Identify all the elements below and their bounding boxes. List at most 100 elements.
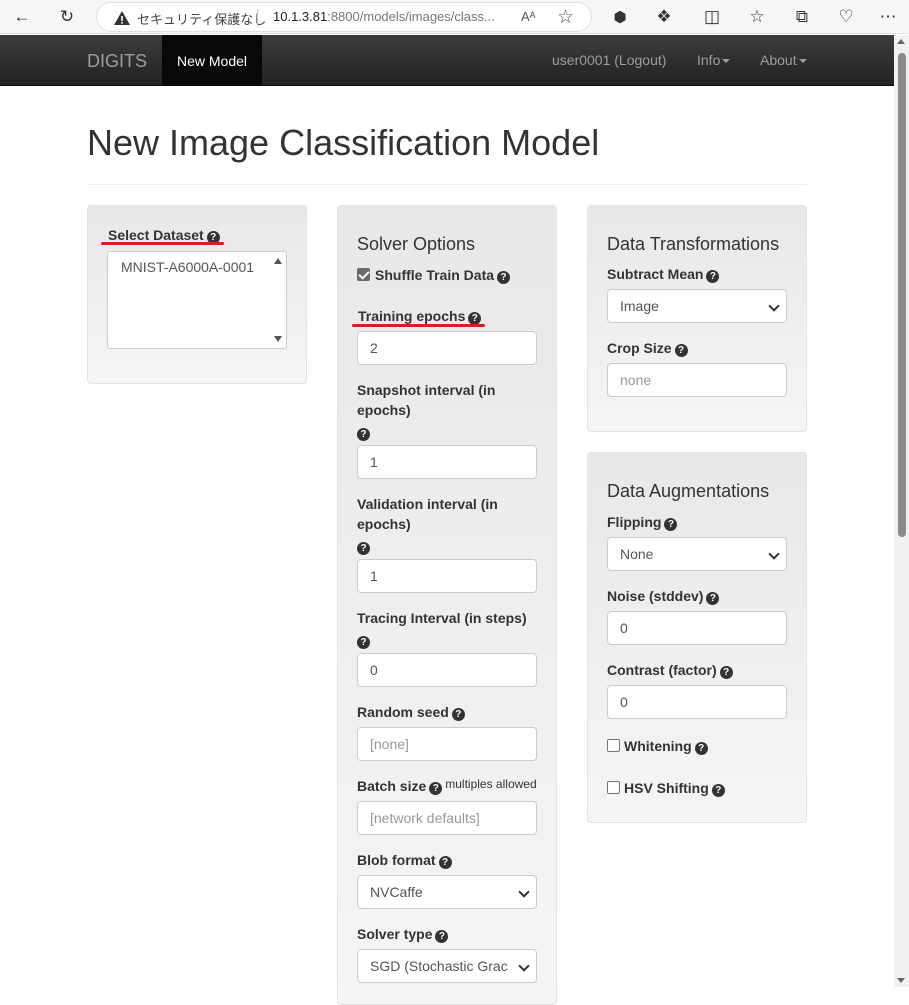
subtract-mean-select[interactable]: Image xyxy=(607,289,787,323)
training-epochs-input[interactable]: 2 xyxy=(357,331,537,365)
security-label: セキュリティ保護なし xyxy=(137,12,267,27)
split-screen-icon[interactable]: ◫ xyxy=(700,5,724,29)
noise-text: Noise (stddev) xyxy=(607,588,704,604)
address-bar[interactable]: セキュリティ保護なし 10.1.3.81:8800/models/images/… xyxy=(96,2,592,32)
flipping-label: Flipping? xyxy=(607,512,678,532)
scroll-down-arrow-icon[interactable] xyxy=(274,336,282,342)
nav-new-model[interactable]: New Model xyxy=(162,35,262,86)
scroll-up-arrow-icon[interactable] xyxy=(274,258,282,264)
nav-about-dropdown[interactable]: About xyxy=(760,52,807,68)
flipping-text: Flipping xyxy=(607,514,662,530)
help-icon[interactable]: ? xyxy=(664,518,678,531)
chevron-down-icon xyxy=(768,548,780,560)
flipping-select[interactable]: None xyxy=(607,537,787,571)
help-icon[interactable]: ? xyxy=(357,428,370,441)
help-icon[interactable]: ? xyxy=(451,708,465,721)
contrast-input[interactable]: 0 xyxy=(607,685,787,719)
tracing-interval-input[interactable]: 0 xyxy=(357,653,537,687)
chevron-down-icon xyxy=(518,960,530,972)
help-icon[interactable]: ? xyxy=(694,742,708,755)
subtract-mean-label: Subtract Mean? xyxy=(607,264,720,284)
solver-options-heading: Solver Options xyxy=(357,234,476,254)
help-icon[interactable]: ? xyxy=(706,592,720,605)
blob-format-value: NVCaffe xyxy=(370,884,423,900)
help-icon[interactable]: ? xyxy=(435,930,449,943)
hsv-shifting-checkbox[interactable] xyxy=(607,781,620,794)
collections-icon[interactable]: ⧉ xyxy=(790,5,814,29)
scrollbar-thumb[interactable] xyxy=(898,53,906,537)
page-scrollbar[interactable] xyxy=(894,35,909,987)
help-icon[interactable]: ? xyxy=(711,784,725,797)
help-icon[interactable]: ? xyxy=(429,782,443,795)
data-transformations-heading: Data Transformations xyxy=(607,234,780,254)
shuffle-train-data-checkbox[interactable] xyxy=(357,268,370,281)
data-augmentations-heading: Data Augmentations xyxy=(607,481,770,501)
tracing-interval-label: Tracing Interval (in steps) xyxy=(357,610,527,626)
help-icon[interactable]: ? xyxy=(719,666,733,679)
url-text[interactable]: 10.1.3.81:8800/models/images/class... xyxy=(273,9,495,24)
validation-interval-input[interactable]: 1 xyxy=(357,559,537,593)
solver-type-select[interactable]: SGD (Stochastic Grac xyxy=(357,949,537,983)
contrast-text: Contrast (factor) xyxy=(607,662,717,678)
help-icon[interactable]: ? xyxy=(497,271,511,284)
noise-label: Noise (stddev)? xyxy=(607,586,720,606)
batch-size-text: Batch size xyxy=(357,778,427,794)
snapshot-interval-input[interactable]: 1 xyxy=(357,445,537,479)
snapshot-interval-label-line1: Snapshot interval (in xyxy=(357,382,496,398)
chevron-down-icon xyxy=(518,886,530,898)
back-icon[interactable]: ← xyxy=(10,5,34,29)
more-menu-icon[interactable]: ⋯ xyxy=(876,5,900,29)
solver-type-label: Solver type? xyxy=(357,924,449,944)
extensions-puzzle-icon[interactable]: ❖ xyxy=(652,5,676,29)
nav-info-dropdown[interactable]: Info xyxy=(697,52,731,68)
nav-user-logout[interactable]: user0001 (Logout) xyxy=(552,52,666,68)
random-seed-label: Random seed? xyxy=(357,702,465,722)
crop-size-label: Crop Size? xyxy=(607,338,688,358)
snapshot-interval-label-line2: epochs) xyxy=(357,402,411,418)
dataset-option[interactable]: MNIST-A6000A-0001 xyxy=(121,259,254,275)
blob-format-text: Blob format xyxy=(357,852,436,868)
warning-icon xyxy=(114,11,130,25)
blob-format-select[interactable]: NVCaffe xyxy=(357,875,537,909)
caret-down-icon xyxy=(798,59,807,64)
chevron-down-icon xyxy=(768,300,780,312)
favorites-icon[interactable]: ☆ xyxy=(745,5,769,29)
validation-interval-label-line1: Validation interval (in xyxy=(357,496,498,512)
solver-type-value: SGD (Stochastic Grac xyxy=(370,958,508,974)
crop-size-input[interactable]: none xyxy=(607,363,787,397)
batch-size-input[interactable]: [network defaults] xyxy=(357,801,537,835)
help-icon[interactable]: ? xyxy=(706,270,720,283)
subtract-mean-value: Image xyxy=(620,298,659,314)
whitening-text: Whitening xyxy=(624,738,692,754)
help-icon[interactable]: ? xyxy=(674,344,688,357)
hsv-shifting-text: HSV Shifting xyxy=(624,780,709,796)
noise-input[interactable]: 0 xyxy=(607,611,787,645)
browser-essentials-icon[interactable]: ♡ xyxy=(834,5,858,29)
url-divider xyxy=(257,9,258,27)
whitening-checkbox[interactable] xyxy=(607,739,620,752)
page-title: New Image Classification Model xyxy=(87,122,600,163)
help-icon[interactable]: ? xyxy=(438,856,452,869)
browser-toolbar: ← ↻ セキュリティ保護なし 10.1.3.81:8800/models/ima… xyxy=(0,0,909,34)
flipping-value: None xyxy=(620,546,654,562)
random-seed-input[interactable]: [none] xyxy=(357,727,537,761)
extension-hexagon-icon[interactable]: ⬢ xyxy=(608,5,632,29)
scroll-down-arrow-icon[interactable] xyxy=(897,978,905,983)
scroll-up-arrow-icon[interactable] xyxy=(897,39,905,44)
favorite-star-icon[interactable]: ☆ xyxy=(557,6,574,29)
caret-down-icon xyxy=(722,59,731,64)
help-icon[interactable]: ? xyxy=(357,636,370,649)
help-icon[interactable]: ? xyxy=(357,542,370,555)
dataset-listbox[interactable]: MNIST-A6000A-0001 xyxy=(107,251,287,349)
crop-size-text: Crop Size xyxy=(607,340,672,356)
read-aloud-icon[interactable]: Aᴬ xyxy=(521,9,536,24)
title-divider xyxy=(87,184,807,185)
whitening-label: Whitening? xyxy=(624,736,708,756)
training-epochs-text: Training epochs xyxy=(358,308,466,324)
solver-type-text: Solver type xyxy=(357,926,433,942)
contrast-label: Contrast (factor)? xyxy=(607,660,733,680)
refresh-icon[interactable]: ↻ xyxy=(55,5,79,29)
subtract-mean-text: Subtract Mean xyxy=(607,266,704,282)
shuffle-train-data-text: Shuffle Train Data xyxy=(375,267,495,283)
brand-logo[interactable]: DIGITS xyxy=(87,51,147,72)
